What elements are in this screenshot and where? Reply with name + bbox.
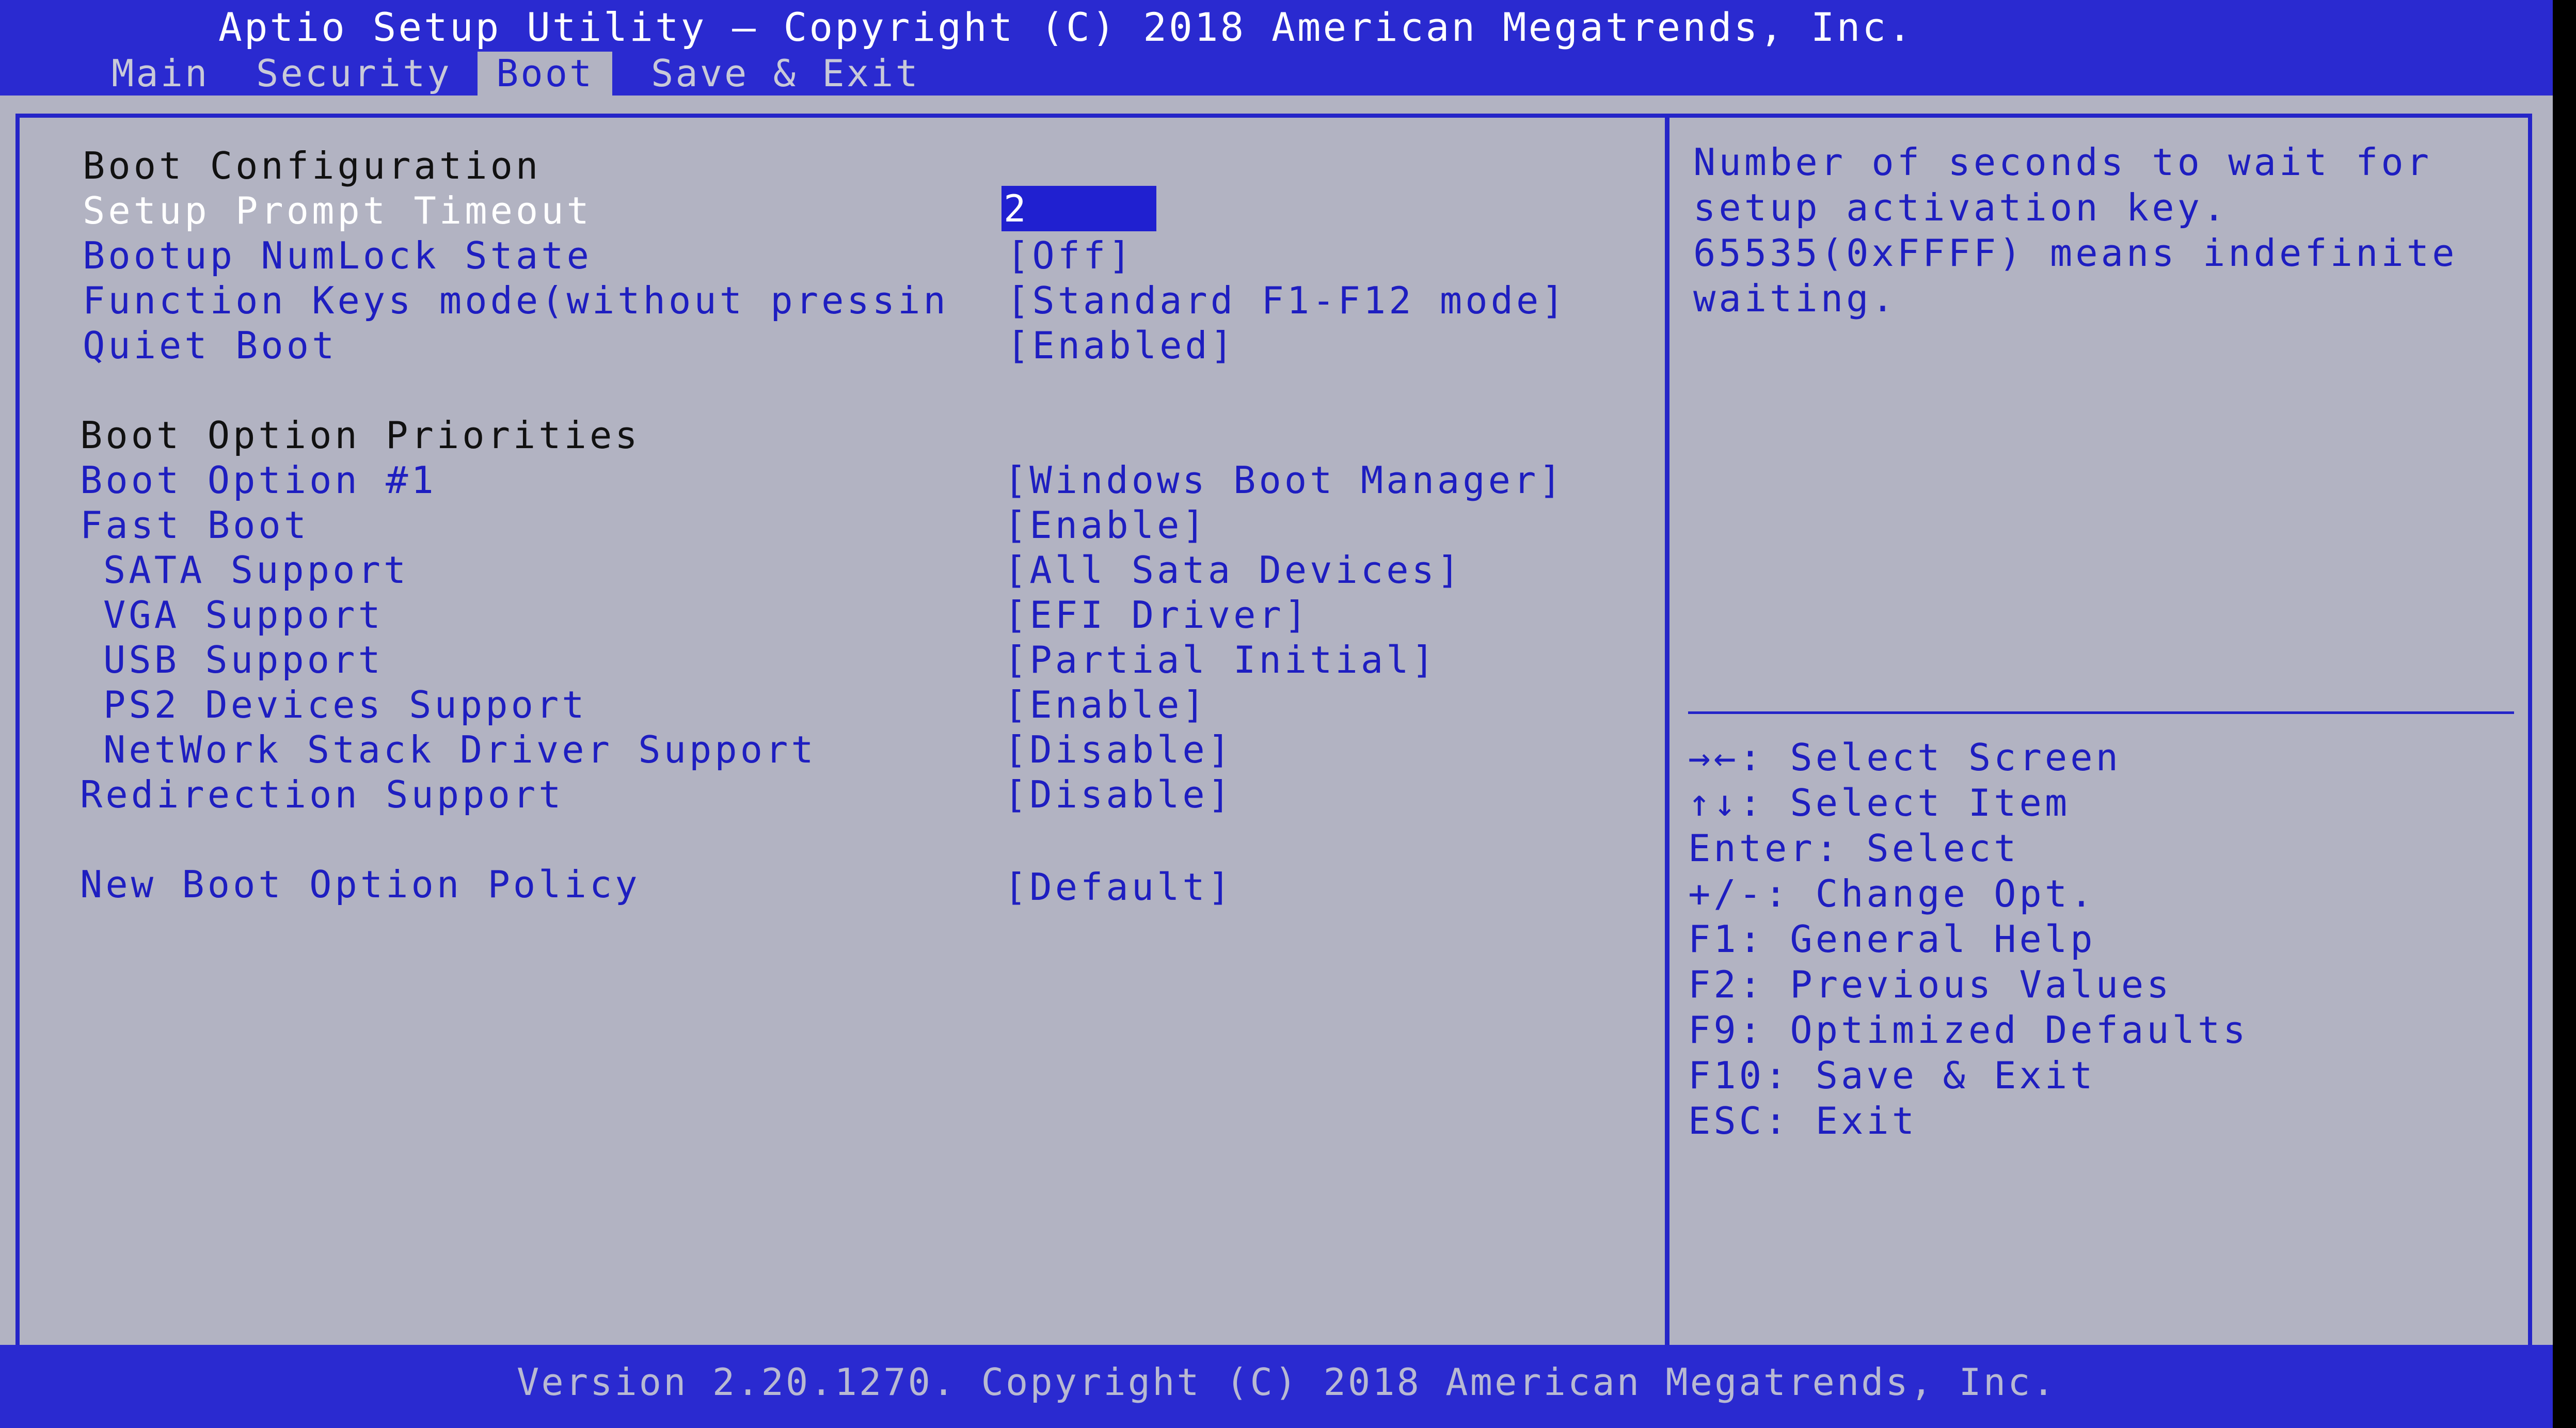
key-hint-change-opt: +/-: Change Opt. <box>1688 872 2096 915</box>
usb-support-value[interactable]: [Partial Initial] <box>1004 637 1437 683</box>
bios-screen: Aptio Setup Utility – Copyright (C) 2018… <box>0 0 2553 1428</box>
tab-save-exit[interactable]: Save & Exit <box>632 52 939 96</box>
fast-boot-value[interactable]: [Enable] <box>1004 502 1208 548</box>
network-stack-driver-support-label[interactable]: NetWork Stack Driver Support <box>103 727 817 772</box>
new-boot-option-policy-value[interactable]: [Default] <box>1004 864 1233 910</box>
fast-boot-label[interactable]: Fast Boot <box>80 502 309 548</box>
redirection-support-label[interactable]: Redirection Support <box>80 772 564 817</box>
new-boot-option-policy-label[interactable]: New Boot Option Policy <box>80 862 641 907</box>
boot-option-1-label[interactable]: Boot Option #1 <box>80 457 437 503</box>
ps2-devices-support-label[interactable]: PS2 Devices Support <box>103 682 587 727</box>
function-keys-mode-label[interactable]: Function Keys mode(without pressin <box>83 278 949 323</box>
tab-security[interactable]: Security <box>237 52 470 96</box>
panel-divider <box>1665 114 1669 1358</box>
sata-support-label[interactable]: SATA Support <box>103 547 409 593</box>
network-stack-driver-support-value[interactable]: [Disable] <box>1004 727 1233 772</box>
key-hint-exit: ESC: Exit <box>1688 1099 1918 1143</box>
version-footer: Version 2.20.1270. Copyright (C) 2018 Am… <box>517 1360 2057 1404</box>
setup-prompt-timeout-value[interactable]: 2 <box>1001 186 1156 231</box>
boot-configuration-header: Boot Configuration <box>83 144 542 187</box>
tab-main[interactable]: Main <box>93 52 228 96</box>
key-hint-general-help: F1: General Help <box>1688 917 2096 961</box>
setup-prompt-timeout-label[interactable]: Setup Prompt Timeout <box>83 188 592 233</box>
sata-support-value[interactable]: [All Sata Devices] <box>1004 547 1462 593</box>
vga-support-value[interactable]: [EFI Driver] <box>1004 592 1310 638</box>
function-keys-mode-value[interactable]: [Standard F1-F12 mode] <box>1007 278 1567 323</box>
tab-boot[interactable]: Boot <box>478 52 613 96</box>
key-hint-enter: Enter: Select <box>1688 827 2020 870</box>
key-hint-save-exit: F10: Save & Exit <box>1688 1054 2096 1097</box>
usb-support-label[interactable]: USB Support <box>103 637 384 683</box>
app-title: Aptio Setup Utility – Copyright (C) 2018… <box>218 4 1914 50</box>
quiet-boot-value[interactable]: [Enabled] <box>1007 323 1236 368</box>
title-bar: Aptio Setup Utility – Copyright (C) 2018… <box>0 0 2553 96</box>
bootup-numlock-state-label[interactable]: Bootup NumLock State <box>83 233 592 278</box>
boot-option-priorities-header: Boot Option Priorities <box>80 414 641 457</box>
key-hint-optimized-defaults: F9: Optimized Defaults <box>1688 1008 2249 1052</box>
footer-bar: Version 2.20.1270. Copyright (C) 2018 Am… <box>0 1345 2553 1428</box>
vga-support-label[interactable]: VGA Support <box>103 592 384 638</box>
help-divider <box>1688 711 2514 714</box>
quiet-boot-label[interactable]: Quiet Boot <box>83 323 337 368</box>
bootup-numlock-state-value[interactable]: [Off] <box>1007 233 1134 278</box>
ps2-devices-support-value[interactable]: [Enable] <box>1004 682 1208 727</box>
key-hint-select-screen: →←: Select Screen <box>1688 736 2121 779</box>
redirection-support-value[interactable]: [Disable] <box>1004 772 1233 817</box>
key-hint-select-item: ↑↓: Select Item <box>1688 781 2071 824</box>
boot-option-1-value[interactable]: [Windows Boot Manager] <box>1004 457 1565 503</box>
key-hint-previous-values: F2: Previous Values <box>1688 963 2172 1006</box>
help-description: Number of seconds to wait for setup acti… <box>1693 140 2483 320</box>
